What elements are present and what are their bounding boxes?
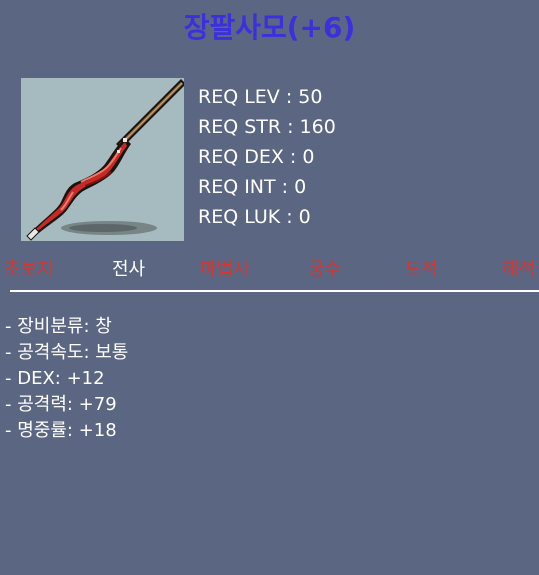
req-luk: REQ LUK : 0 xyxy=(198,206,311,228)
job-thief: 도적 xyxy=(405,259,439,280)
spear-icon xyxy=(26,79,184,241)
job-pirate: 해적 xyxy=(502,259,536,280)
job-bowman: 궁수 xyxy=(308,259,342,280)
job-beginner: 초보자 xyxy=(4,259,54,280)
detail-category: - 장비분류: 창 xyxy=(5,316,112,337)
job-warrior: 전사 xyxy=(112,259,146,280)
detail-attack: - 공격력: +79 xyxy=(5,394,117,415)
detail-attack-speed: - 공격속도: 보통 xyxy=(5,342,129,363)
item-tooltip: 장팔사모(+6) REQ LEV : 50 REQ STR : 160 REQ … xyxy=(0,0,539,575)
divider xyxy=(10,290,539,292)
detail-accuracy: - 명중률: +18 xyxy=(5,420,117,441)
req-dex: REQ DEX : 0 xyxy=(198,146,315,168)
job-restrictions: 초보자 전사 마법사 궁수 도적 해적 xyxy=(0,256,539,286)
req-str: REQ STR : 160 xyxy=(198,116,336,138)
req-int: REQ INT : 0 xyxy=(198,176,307,198)
requirements-list: REQ LEV : 50 REQ STR : 160 REQ DEX : 0 R… xyxy=(198,82,336,232)
job-magician: 마법사 xyxy=(200,259,250,280)
detail-dex: - DEX: +12 xyxy=(5,368,105,389)
req-level: REQ LEV : 50 xyxy=(198,86,323,108)
item-icon-frame xyxy=(21,78,184,241)
item-details: - 장비분류: 창 - 공격속도: 보통 - DEX: +12 - 공격력: +… xyxy=(5,314,128,444)
item-title: 장팔사모(+6) xyxy=(183,11,356,44)
